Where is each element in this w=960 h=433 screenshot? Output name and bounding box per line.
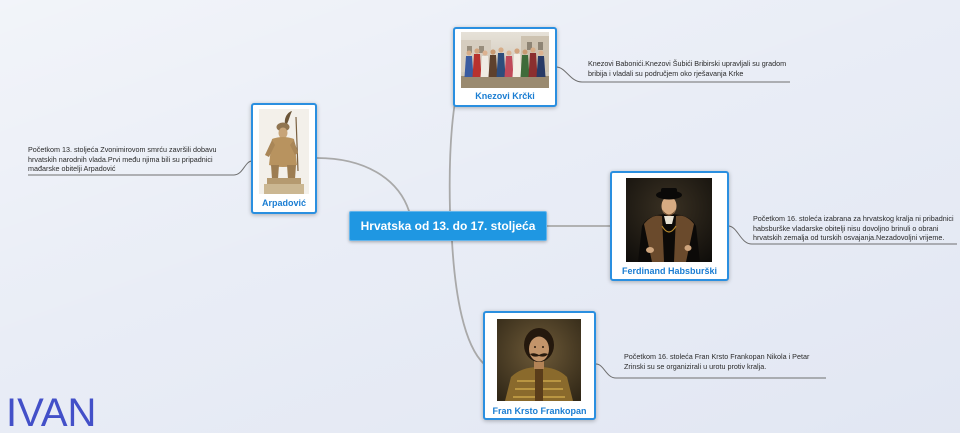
note-line: bribija i vladali su područjem oko rješa… (588, 68, 744, 78)
note-line: Početkom 16. stoleća izabrana za hrvatsk… (753, 214, 954, 223)
central-topic-label: Hrvatska od 13. do 17. stoljeća (360, 219, 536, 233)
topic-fran-krsto-frankopan[interactable]: Fran Krsto Frankopan (483, 311, 596, 420)
central-topic[interactable]: Hrvatska od 13. do 17. stoljeća (349, 211, 547, 241)
note-line: Početkom 13. stoljeća Zvonimirovom smrću… (28, 145, 217, 154)
note-line: Početkom 16. stoleća Fran Krsto Frankopa… (624, 352, 810, 361)
author-name: IVAN (6, 391, 97, 433)
connector-central-to-frankopan (451, 240, 485, 365)
topic-ferdinand-habsburski[interactable]: Ferdinand Habsburški (610, 171, 729, 281)
knezovi-krcki-photo (461, 32, 549, 88)
note-line: habsburške vladarske obitelji nisu dovol… (753, 223, 939, 233)
topic-arpadovic[interactable]: Arpadović (251, 103, 317, 214)
connector-central-to-arpadovic (316, 157, 410, 212)
note-ferdinand-habsburski[interactable]: Početkom 16. stoleća izabrana za hrvatsk… (753, 214, 954, 243)
note-line: hrvatskih zemalja od turskih osvajanja.N… (753, 233, 945, 242)
topic-label: Ferdinand Habsburški (621, 266, 718, 276)
note-knezovi-krcki[interactable]: Knezovi Babonići.Knezovi Šubići Bribirsk… (588, 59, 786, 78)
frankopan-portrait (497, 319, 581, 401)
topic-label: Arpadović (261, 198, 306, 208)
mindmap-canvas[interactable]: Knezovi Babonići.Knezovi Šubići Bribirsk… (0, 0, 960, 433)
ferdinand-portrait (626, 178, 712, 262)
topic-label: Knezovi Krčki (475, 91, 535, 101)
note-arpadovic[interactable]: Početkom 13. stoljeća Zvonimirovom smrću… (28, 145, 217, 174)
note-line: mađarske obitelji Arpadović (28, 164, 116, 173)
connector-central-to-knezovi-krcki (448, 95, 457, 212)
note-fran-krsto-frankopan[interactable]: Početkom 16. stoleća Fran Krsto Frankopa… (624, 352, 809, 371)
arpadovic-statue-photo (259, 109, 309, 194)
note-line: Zrinski su se organizirali u urotu proti… (624, 361, 767, 371)
note-line: Knezovi Babonići.Knezovi Šubići Bribirsk… (588, 59, 787, 68)
topic-label: Fran Krsto Frankopan (492, 406, 587, 416)
note-line: hrvatskih narodnih vlada.Prvi među njima… (28, 154, 213, 164)
topic-knezovi-krcki[interactable]: Knezovi Krčki (453, 27, 557, 107)
